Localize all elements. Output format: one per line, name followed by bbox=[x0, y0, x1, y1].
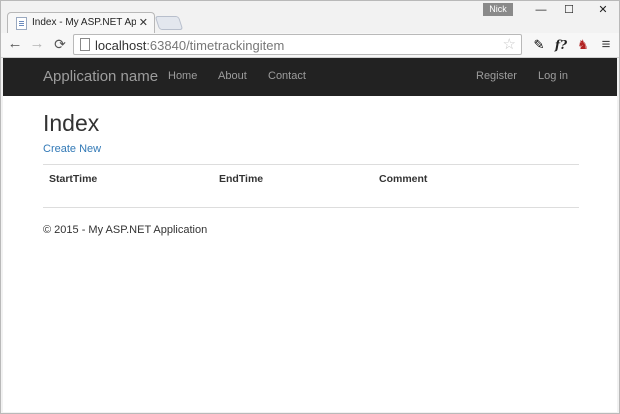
forward-arrow-icon[interactable]: → bbox=[28, 35, 46, 53]
url-path: :63840/timetrackingitem bbox=[146, 38, 285, 53]
url-text[interactable]: localhost:63840/timetrackingitem bbox=[95, 38, 284, 53]
login-link[interactable]: Log in bbox=[538, 70, 568, 82]
title-bar: Index - My ASP.NET Appli ✕ Nick — ☐ ✕ bbox=[1, 1, 620, 34]
footer-text: © 2015 - My ASP.NET Application bbox=[43, 224, 208, 236]
page-icon bbox=[16, 17, 27, 30]
reload-icon[interactable]: ⟳ bbox=[51, 35, 69, 53]
register-link[interactable]: Register bbox=[476, 70, 517, 82]
browser-toolbar: ← → ⟳ localhost:63840/timetrackingitem ☆… bbox=[1, 33, 619, 58]
column-header-comment: Comment bbox=[379, 173, 428, 185]
new-tab-button[interactable] bbox=[154, 16, 184, 30]
close-window-icon[interactable]: ✕ bbox=[583, 1, 620, 19]
page-viewport: Application name Home About Contact Regi… bbox=[3, 58, 617, 412]
formula-extension-icon[interactable]: f? bbox=[551, 35, 571, 55]
tab-index[interactable]: Index - My ASP.NET Appli ✕ bbox=[7, 12, 155, 34]
chair-extension-icon[interactable]: ♞ bbox=[573, 35, 593, 55]
url-host: localhost bbox=[95, 38, 147, 53]
address-bar[interactable]: localhost:63840/timetrackingitem ☆ bbox=[73, 34, 522, 55]
brand-link[interactable]: Application name bbox=[43, 68, 158, 85]
footer-rule bbox=[43, 207, 579, 208]
profile-badge[interactable]: Nick bbox=[483, 3, 513, 16]
nav-about-link[interactable]: About bbox=[218, 70, 247, 82]
column-header-starttime: StartTime bbox=[49, 173, 98, 185]
page-icon bbox=[80, 38, 90, 51]
pen-extension-icon[interactable]: ✎ bbox=[529, 35, 549, 55]
column-header-endtime: EndTime bbox=[219, 173, 264, 185]
nav-home-link[interactable]: Home bbox=[168, 70, 197, 82]
table-top-rule bbox=[43, 164, 579, 165]
back-arrow-icon[interactable]: ← bbox=[6, 35, 24, 53]
create-new-link[interactable]: Create New bbox=[43, 143, 101, 155]
browser-window: Index - My ASP.NET Appli ✕ Nick — ☐ ✕ ← … bbox=[0, 0, 620, 414]
nav-contact-link[interactable]: Contact bbox=[268, 70, 306, 82]
close-tab-icon[interactable]: ✕ bbox=[139, 16, 148, 30]
site-navbar: Application name Home About Contact Regi… bbox=[3, 58, 617, 96]
menu-icon[interactable]: ≡ bbox=[596, 35, 616, 55]
bookmark-star-icon[interactable]: ☆ bbox=[503, 35, 516, 54]
tab-title: Index - My ASP.NET Appli bbox=[32, 17, 136, 28]
page-title: Index bbox=[43, 110, 100, 136]
